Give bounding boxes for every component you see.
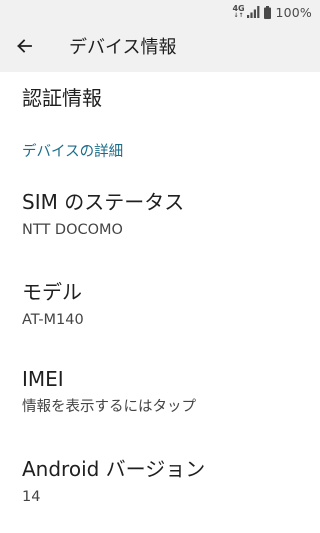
imei-summary: 情報を表示するにはタップ: [22, 399, 196, 415]
model-summary: AT-M140: [22, 312, 84, 328]
android-version-summary: 14: [22, 489, 41, 505]
network-type-icon: 4G ↓↑: [232, 5, 244, 19]
app-bar: デバイス情報: [0, 24, 320, 72]
sim-status-summary: NTT DOCOMO: [22, 222, 123, 238]
network-activity-arrows: ↓↑: [233, 12, 244, 19]
sim-status-item[interactable]: SIM のステータス NTT DOCOMO: [22, 189, 312, 239]
certification-item[interactable]: 認証情報: [22, 85, 312, 111]
status-icons: 4G ↓↑ 100%: [232, 4, 312, 20]
imei-title: IMEI: [22, 367, 64, 391]
android-version-item[interactable]: Android バージョン 14: [22, 456, 312, 506]
arrow-back-icon: [16, 38, 32, 58]
model-item[interactable]: モデル AT-M140: [22, 279, 312, 329]
certification-title: 認証情報: [22, 86, 102, 110]
section-header-device-details: デバイスの詳細: [22, 144, 124, 160]
imei-item[interactable]: IMEI 情報を表示するにはタップ: [22, 366, 312, 416]
model-title: モデル: [22, 280, 82, 304]
status-bar: 4G ↓↑ 100%: [0, 0, 320, 24]
android-version-title: Android バージョン: [22, 457, 206, 481]
sim-status-title: SIM のステータス: [22, 190, 185, 214]
signal-bars-icon: [247, 6, 260, 18]
page-title: デバイス情報: [69, 37, 177, 58]
back-button[interactable]: [10, 34, 38, 62]
battery-percentage: 100%: [275, 4, 312, 20]
battery-full-icon: [264, 5, 272, 19]
